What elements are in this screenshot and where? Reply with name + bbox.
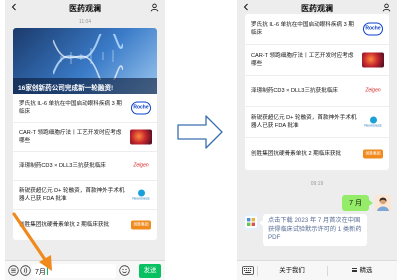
news-title: 创胜集团抗硬骨素单抗 2 期临床获批 [251,150,342,157]
send-button[interactable]: 发送 [139,264,161,278]
cell-image [362,52,384,68]
roche-logo: Roche [362,21,384,37]
news-title: 罗氏抗 IL-6 单抗在中国启动眼科疾病 3 期临床 [251,22,354,36]
news-title: 新锐获超亿元 D+ 轮融资，首款神外手术机器人已获 FDA 批准 [19,188,125,202]
zelgen-logo: Zelgen [362,83,384,99]
user-icon[interactable] [150,3,159,12]
news-title: 泽璟制药CD3 × DLL3三抗获批临床 [19,163,106,169]
transcenta-logo: 创胜集团 [130,217,152,232]
news-list: 罗氏抗 IL-6 单抗在中国启动眼科疾病 3 期临床 Roche CAR-T 领… [245,14,389,169]
news-item[interactable]: CAR-T 领跑细胞疗法丨工艺开发时应考虑哪些 [13,123,157,152]
news-item[interactable]: 罗氏抗 IL-6 单抗在中国启动眼科疾病 3 期临床 Roche [13,94,157,123]
news-item[interactable]: 创胜集团抗硬骨素单抗 2 期临床获批 创胜集团 [245,138,389,169]
news-item[interactable]: 罗氏抗 IL-6 单抗在中国启动眼科疾病 3 期临床 Roche [245,14,389,45]
news-title: 泽璟制药CD3 × DLL3三抗获批临床 [251,88,338,94]
menu-item-about-us[interactable]: 关于我们 [257,261,327,280]
news-item[interactable]: 新锐获超亿元 D+ 轮融资，首款神外手术机器人已获 FDA 批准 Neuroxe… [13,181,157,210]
company-logo-blue: Neuroxess [130,187,152,203]
transition-arrow [177,115,223,149]
message-timestamp: 09:19 [310,181,324,187]
menu-item-label: 关于我们 [279,267,305,274]
article-cover[interactable]: 16家创新药公司完成新一轮融资! [13,28,157,94]
keyboard-icon[interactable] [242,265,254,276]
user-icon[interactable] [382,3,391,12]
menu-item-featured[interactable]: 精选 [327,261,397,280]
news-item[interactable]: 新锐获超亿元 D+ 轮融资，首款神外手术机器人已获 FDA 批准 Neuroxe… [245,107,389,138]
transcenta-logo: 创胜集团 [362,146,384,161]
news-item[interactable]: 泽璟制药CD3 × DLL3三抗获批临床 Zelgen [13,152,157,181]
pdf-download-link[interactable]: 点击下载 2023 年 7 月首次在中国获得临床试验默示许可的 1 类新药 PD… [259,214,367,246]
chat-header: 医药观澜 [5,0,165,16]
bot-avatar [243,214,259,230]
cell-image [130,129,152,145]
annotation-arrow [12,212,52,271]
chat-title: 医药观澜 [69,4,101,13]
sent-message-bubble[interactable]: 7 月 [342,195,373,211]
roche-logo: Roche [130,100,152,116]
dna-helix-image [53,34,123,80]
news-title: 罗氏抗 IL-6 单抗在中国启动眼科疾病 3 期临床 [19,101,122,115]
menu-item-label: 精选 [359,267,373,274]
news-title: 新锐获超亿元 D+ 轮融资，首款神外手术机器人已获 FDA 批准 [251,115,357,129]
chat-title: 医药观澜 [301,4,333,13]
cover-caption: 16家创新药公司完成新一轮融资! [13,78,157,94]
zelgen-logo: Zelgen [130,158,152,174]
user-avatar[interactable] [375,195,391,211]
news-item[interactable]: CAR-T 领跑细胞疗法丨工艺开发时应考虑哪些 [245,45,389,76]
company-logo-blue: Neuroxess [362,114,384,130]
emoji-icon[interactable] [119,265,130,276]
article-card[interactable]: 16家创新药公司完成新一轮融资! 罗氏抗 IL-6 单抗在中国启动眼科疾病 3 … [13,28,157,240]
hamburger-icon [351,268,357,272]
news-item[interactable]: 泽璟制药CD3 × DLL3三抗获批临床 Zelgen [245,76,389,107]
chat-screen-after: 医药观澜 罗氏抗 IL-6 单抗在中国启动眼科疾病 3 期临床 Roche CA… [237,0,397,280]
menu-bar: 关于我们 精选 [237,260,397,280]
article-card[interactable]: 罗氏抗 IL-6 单抗在中国启动眼科疾病 3 期临床 Roche CAR-T 领… [245,14,389,170]
message-timestamp: 11:04 [78,19,92,25]
news-title: CAR-T 领跑细胞疗法丨工艺开发时应考虑哪些 [251,53,354,67]
news-title: CAR-T 领跑细胞疗法丨工艺开发时应考虑哪些 [19,130,122,144]
